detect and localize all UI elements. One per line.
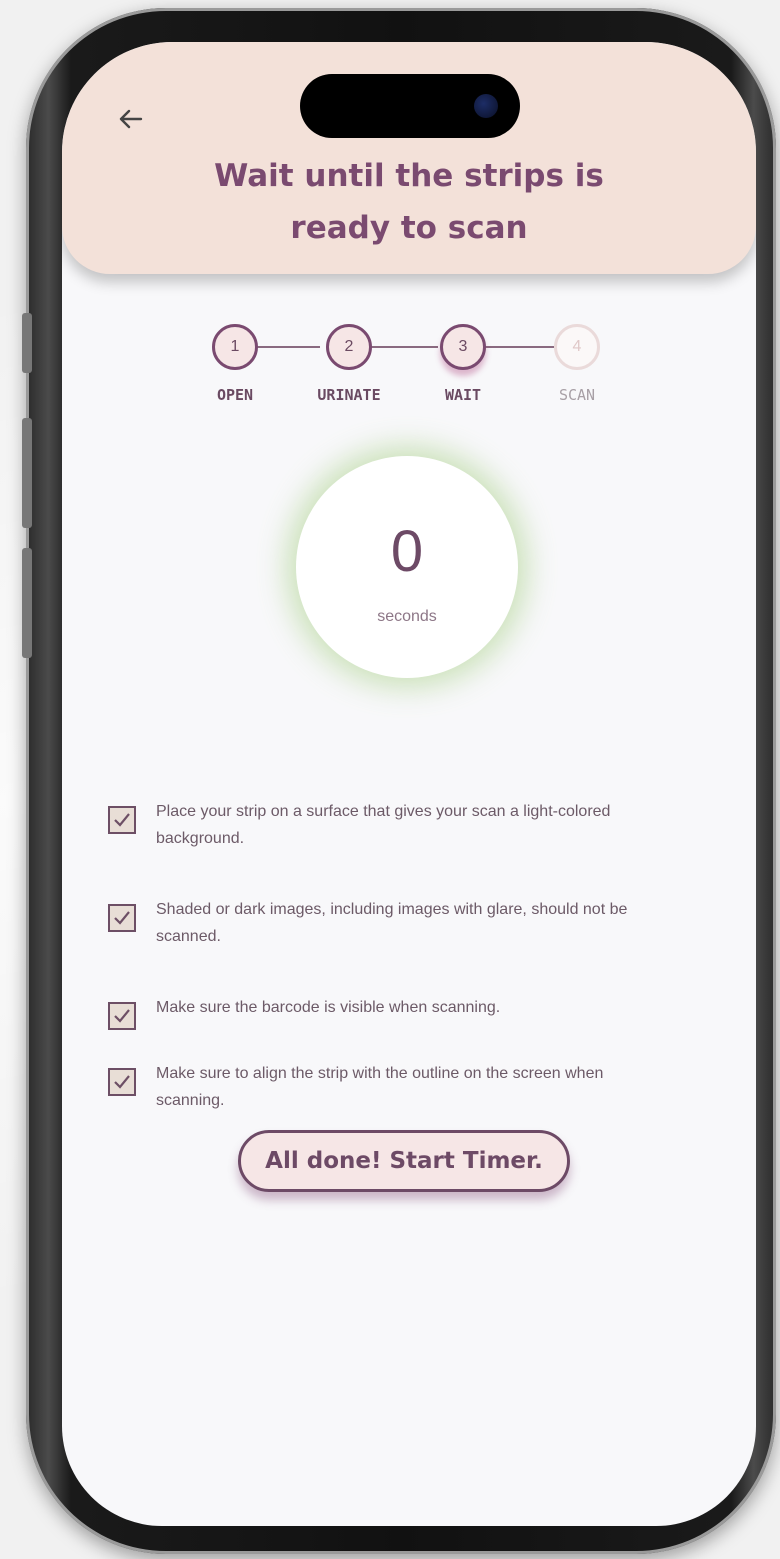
- checkbox-checked[interactable]: [108, 1068, 136, 1096]
- checkbox-checked[interactable]: [108, 904, 136, 932]
- step-connector: [484, 346, 554, 348]
- progress-stepper: 1 2 3 4 OPEN URINATE WAIT SCAN: [202, 324, 622, 424]
- step-connector: [366, 346, 438, 348]
- checkmark-icon: [114, 813, 130, 827]
- start-timer-button[interactable]: All done! Start Timer.: [238, 1130, 570, 1192]
- checklist-item-text: Make sure to align the strip with the ou…: [156, 1065, 604, 1109]
- step-label-scan: SCAN: [558, 386, 596, 404]
- checkmark-icon: [114, 1075, 130, 1089]
- step-label-open: OPEN: [216, 386, 254, 404]
- camera-icon: [474, 94, 498, 118]
- step-label-urinate: URINATE: [317, 386, 381, 404]
- page-title-line-1: Wait until the strips is: [214, 158, 604, 194]
- checklist-item-text: Shaded or dark images, including images …: [156, 901, 628, 945]
- checkmark-icon: [114, 911, 130, 925]
- step-connector: [248, 346, 320, 348]
- step-label-wait: WAIT: [444, 386, 482, 404]
- countdown-timer: 0 seconds: [296, 456, 518, 678]
- arrow-left-icon: [119, 109, 143, 129]
- checkbox-checked[interactable]: [108, 806, 136, 834]
- step-circle-urinate: 2: [326, 324, 372, 370]
- checkmark-icon: [114, 1009, 130, 1023]
- checkbox-checked[interactable]: [108, 1002, 136, 1030]
- checklist-item-text: Make sure the barcode is visible when sc…: [156, 999, 501, 1016]
- page-title-line-2: ready to scan: [290, 210, 528, 246]
- step-circle-open: 1: [212, 324, 258, 370]
- step-circle-scan: 4: [554, 324, 600, 370]
- side-button-mute: [22, 313, 32, 373]
- timer-unit: seconds: [377, 608, 437, 625]
- dynamic-island: [300, 74, 520, 138]
- side-button-volume-down: [22, 548, 32, 658]
- back-button[interactable]: [112, 104, 148, 140]
- checklist-item-text: Place your strip on a surface that gives…: [156, 803, 611, 847]
- side-button-volume-up: [22, 418, 32, 528]
- timer-value: 0: [390, 519, 424, 584]
- header-banner: Wait until the strips is ready to scan: [62, 42, 756, 274]
- step-circle-wait: 3: [440, 324, 486, 370]
- app-screen: Wait until the strips is ready to scan 1…: [62, 42, 756, 1526]
- page-title: Wait until the strips is ready to scan: [142, 150, 676, 254]
